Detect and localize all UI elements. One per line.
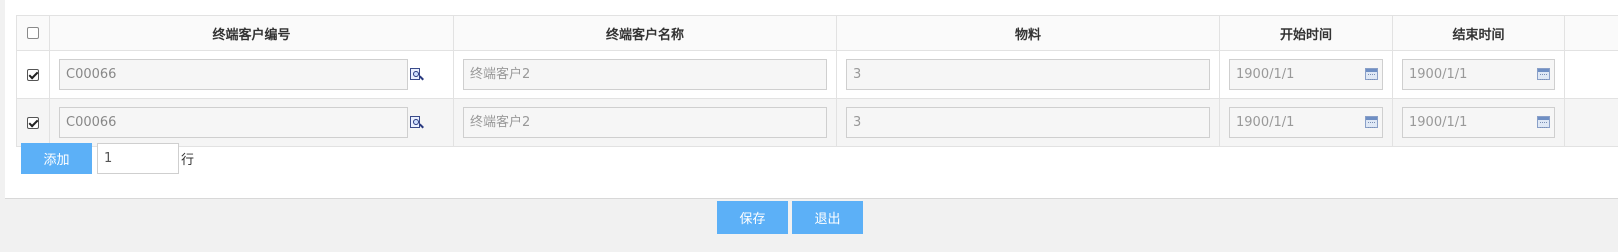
customer-name-input[interactable]: 终端客户2	[463, 59, 827, 90]
magnifier-lookup-icon[interactable]	[410, 116, 424, 129]
end-date-value: 1900/1/1	[1409, 115, 1468, 130]
header-material: 物料	[836, 15, 1220, 51]
row-checkbox[interactable]	[27, 68, 39, 81]
end-date-input[interactable]: 1900/1/1	[1402, 107, 1555, 138]
customer-code-cell: C00066	[49, 98, 454, 147]
end-date-input[interactable]: 1900/1/1	[1402, 59, 1555, 90]
row-spacer	[1564, 98, 1618, 147]
row-unit-label: 行	[181, 153, 195, 168]
header-start-time: 开始时间	[1219, 15, 1393, 51]
select-all-checkbox[interactable]	[27, 27, 39, 39]
customer-name-cell: 终端客户2	[453, 50, 837, 99]
header-customer-name: 终端客户名称	[453, 15, 837, 51]
save-button[interactable]: 保存	[717, 201, 788, 234]
calendar-icon[interactable]	[1365, 116, 1378, 128]
material-input[interactable]: 3	[846, 107, 1210, 138]
material-cell: 3	[836, 50, 1220, 99]
add-row-button[interactable]: 添加	[21, 143, 92, 174]
end-time-cell: 1900/1/1	[1392, 50, 1565, 99]
row-spacer	[1564, 50, 1618, 99]
header-customer-code: 终端客户编号	[49, 15, 454, 51]
detail-panel: 终端客户编号 终端客户名称 物料 开始时间 结束时间 C00066 终端客户2 …	[5, 0, 1618, 199]
calendar-icon[interactable]	[1537, 116, 1550, 128]
customer-code-input[interactable]: C00066	[59, 107, 408, 138]
add-rows-bar: 添加 1 行	[21, 143, 194, 174]
material-cell: 3	[836, 98, 1220, 147]
end-customer-table: 终端客户编号 终端客户名称 物料 开始时间 结束时间 C00066 终端客户2 …	[16, 15, 1618, 147]
calendar-icon[interactable]	[1365, 68, 1378, 80]
customer-name-input[interactable]: 终端客户2	[463, 107, 827, 138]
exit-button[interactable]: 退出	[792, 201, 863, 234]
row-count-input[interactable]: 1	[97, 143, 179, 174]
table-row: C00066 终端客户2 3 1900/1/1 1900/1/1	[16, 50, 1618, 99]
material-input[interactable]: 3	[846, 59, 1210, 90]
row-select-cell	[16, 50, 50, 99]
end-time-cell: 1900/1/1	[1392, 98, 1565, 147]
select-all-header	[16, 15, 50, 51]
header-spacer	[1564, 15, 1618, 51]
customer-code-input[interactable]: C00066	[59, 59, 408, 90]
start-date-input[interactable]: 1900/1/1	[1229, 59, 1383, 90]
start-date-input[interactable]: 1900/1/1	[1229, 107, 1383, 138]
customer-name-cell: 终端客户2	[453, 98, 837, 147]
start-date-value: 1900/1/1	[1236, 115, 1295, 130]
table-header-row: 终端客户编号 终端客户名称 物料 开始时间 结束时间	[16, 15, 1618, 51]
start-time-cell: 1900/1/1	[1219, 98, 1393, 147]
start-time-cell: 1900/1/1	[1219, 50, 1393, 99]
magnifier-lookup-icon[interactable]	[410, 68, 424, 81]
footer-actions: 保存 退出	[717, 201, 863, 234]
row-select-cell	[16, 98, 50, 147]
calendar-icon[interactable]	[1537, 68, 1550, 80]
start-date-value: 1900/1/1	[1236, 67, 1295, 82]
end-date-value: 1900/1/1	[1409, 67, 1468, 82]
row-checkbox[interactable]	[27, 116, 39, 129]
header-end-time: 结束时间	[1392, 15, 1565, 51]
table-row: C00066 终端客户2 3 1900/1/1 1900/1/1	[16, 98, 1618, 147]
customer-code-cell: C00066	[49, 50, 454, 99]
